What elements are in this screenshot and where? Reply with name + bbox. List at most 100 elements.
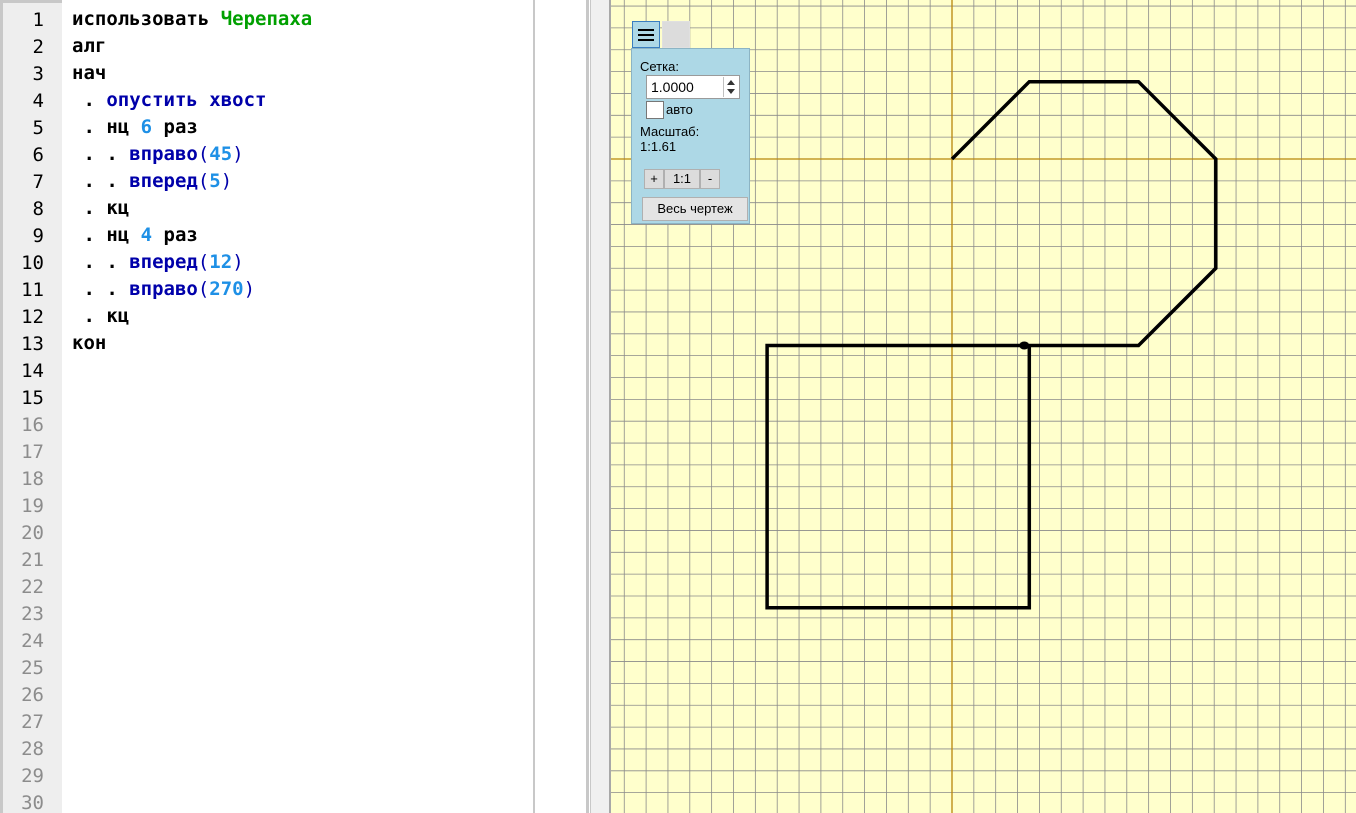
secondary-toolbar-button[interactable] [662, 21, 690, 48]
editor-margin-line [533, 0, 535, 813]
code-line[interactable]: алг [72, 33, 532, 60]
scale-label: Масштаб: [640, 124, 700, 139]
code-token: ) [232, 251, 244, 273]
line-number: 14 [21, 360, 44, 382]
code-line[interactable]: . . вправо(45) [72, 141, 532, 168]
line-number: 21 [21, 549, 44, 571]
code-line[interactable]: . . вперед(5) [72, 168, 532, 195]
code-token: 12 [209, 251, 233, 273]
code-line[interactable]: . нц 6 раз [72, 114, 532, 141]
code-text[interactable]: использовать Черепаха алг нач . опустить х… [72, 6, 532, 357]
line-number: 6 [32, 144, 44, 166]
line-number: 24 [21, 630, 44, 652]
line-number: 3 [32, 63, 44, 85]
line-number: 16 [21, 414, 44, 436]
code-token: ( [197, 143, 210, 165]
code-token: 4 [140, 224, 153, 246]
code-token: . нц [72, 224, 141, 246]
line-number: 2 [32, 36, 44, 58]
code-line[interactable]: . опустить хвост [72, 87, 532, 114]
line-number: 19 [21, 495, 44, 517]
grid-step-spinner[interactable] [723, 77, 738, 97]
menu-icon[interactable] [632, 21, 660, 48]
line-number: 17 [21, 441, 44, 463]
line-number: 10 [21, 252, 44, 274]
code-token: . . [72, 251, 130, 273]
line-number-gutter: 1 2 3 4 5 6 7 8 9 10 11 12 13 14 15 16 17 18 19 20 21 22 23 24 2… [0, 0, 62, 813]
code-token: алг [72, 35, 107, 57]
line-number: 22 [21, 576, 44, 598]
line-number: 25 [21, 657, 44, 679]
line-number: 29 [21, 765, 44, 787]
code-token: ( [197, 278, 210, 300]
code-line[interactable]: кон [72, 330, 532, 357]
code-token: ( [197, 251, 210, 273]
code-token: раз [152, 116, 198, 138]
code-token: ) [232, 143, 244, 165]
code-token: нач [72, 62, 107, 84]
fit-drawing-button[interactable]: Весь чертеж [642, 197, 748, 221]
code-token: . . [72, 143, 130, 165]
code-token: . . [72, 278, 130, 300]
drawing-control-panel: Сетка: 1.0000 авто Масштаб: 1:1.61 + 1:1… [631, 48, 750, 224]
line-number: 15 [21, 387, 44, 409]
line-number: 23 [21, 603, 44, 625]
line-number: 20 [21, 522, 44, 544]
code-line[interactable]: . . вправо(270) [72, 276, 532, 303]
grid-label: Сетка: [640, 59, 679, 74]
line-number: 8 [32, 198, 44, 220]
code-line[interactable]: . кц [72, 303, 532, 330]
line-number: 12 [21, 306, 44, 328]
line-number: 7 [32, 171, 44, 193]
code-token: ) [220, 170, 233, 192]
code-token: использовать [72, 8, 221, 30]
line-number: 11 [21, 279, 44, 301]
code-line[interactable]: . нц 4 раз [72, 222, 532, 249]
spinner-up-icon[interactable] [727, 80, 735, 85]
code-token: вправо [129, 143, 198, 165]
line-number: 5 [32, 117, 44, 139]
code-token: . кц [72, 197, 130, 219]
code-line[interactable]: . . вперед(12) [72, 249, 532, 276]
line-number: 1 [32, 9, 44, 31]
line-number: 27 [21, 711, 44, 733]
code-token: кон [72, 332, 107, 354]
panel-splitter[interactable] [591, 0, 609, 813]
spinner-down-icon[interactable] [727, 89, 735, 94]
code-token: опустить хвост [106, 89, 267, 111]
code-token: раз [152, 224, 198, 246]
line-number: 4 [32, 90, 44, 112]
code-token: . . [72, 170, 130, 192]
code-token: ) [243, 278, 256, 300]
line-number: 9 [32, 225, 44, 247]
line-number: 13 [21, 333, 44, 355]
code-token: . кц [72, 305, 130, 327]
code-token: 5 [209, 170, 221, 192]
line-number: 30 [21, 792, 44, 813]
code-token: вперед [129, 251, 198, 273]
auto-label: авто [666, 102, 693, 117]
code-token: . [72, 89, 107, 111]
turtle-marker [1019, 341, 1030, 350]
editor-border [586, 0, 589, 813]
zoom-in-button[interactable]: + [644, 169, 664, 189]
code-token: вправо [129, 278, 198, 300]
scale-value: 1:1.61 [640, 139, 677, 154]
code-token: ( [197, 170, 210, 192]
code-line[interactable]: . кц [72, 195, 532, 222]
code-token: 45 [209, 143, 233, 165]
code-line[interactable]: нач [72, 60, 532, 87]
code-token: вперед [129, 170, 198, 192]
zoom-reset-button[interactable]: 1:1 [664, 169, 700, 189]
line-number: 28 [21, 738, 44, 760]
code-token: 270 [209, 278, 244, 300]
auto-checkbox[interactable] [646, 101, 664, 119]
code-token: Черепаха [220, 8, 313, 30]
line-number: 26 [21, 684, 44, 706]
code-editor[interactable]: 1 2 3 4 5 6 7 8 9 10 11 12 13 14 15 16 17 18 19 20 21 22 23 24 2… [0, 0, 591, 813]
grid-step-input[interactable]: 1.0000 [646, 75, 740, 99]
code-token: 6 [140, 116, 153, 138]
zoom-out-button[interactable]: - [700, 169, 720, 189]
code-line[interactable]: использовать Черепаха [72, 6, 532, 33]
grid-step-value: 1.0000 [651, 79, 694, 95]
